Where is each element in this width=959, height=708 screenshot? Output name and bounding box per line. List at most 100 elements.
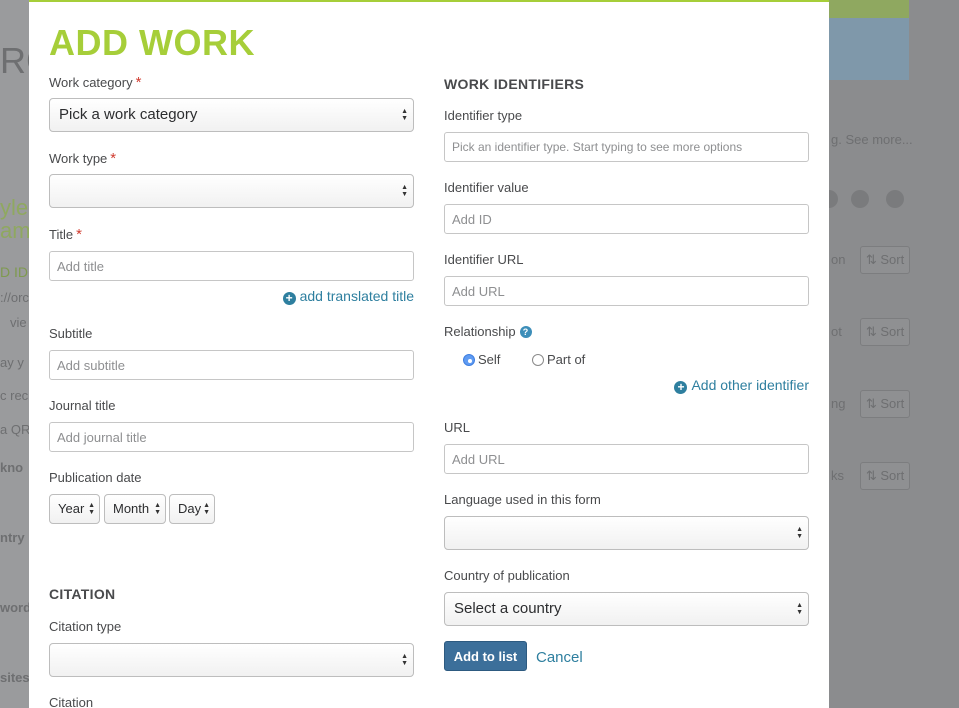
- required-marker: *: [135, 74, 142, 91]
- relationship-part-of-label: Part of: [547, 352, 586, 367]
- sort-label: Sort: [880, 396, 905, 411]
- background-sort-button: ⇅ Sort: [860, 462, 910, 490]
- citation-type-select[interactable]: ▲ ▼: [49, 643, 414, 677]
- citation-type-label: Citation type: [49, 619, 122, 634]
- citation-label: Citation: [49, 695, 94, 708]
- work-type-label: Work type *: [49, 150, 116, 167]
- background-text: sites: [0, 670, 30, 685]
- country-label: Country of publication: [444, 568, 570, 583]
- journal-title-input[interactable]: [49, 422, 414, 452]
- required-marker: *: [76, 226, 82, 243]
- month-value: Month: [113, 501, 150, 516]
- sort-label: Sort: [880, 324, 905, 339]
- work-category-value: Pick a work category: [59, 106, 198, 123]
- relationship-self-option[interactable]: Self: [463, 352, 500, 367]
- background-icon: [886, 190, 904, 208]
- identifier-url-label: Identifier URL: [444, 252, 524, 267]
- background-green-bar: [829, 0, 909, 18]
- background-text: ay y: [0, 355, 24, 370]
- add-to-list-button[interactable]: Add to list: [444, 641, 527, 671]
- add-translated-title-link[interactable]: + add translated title: [282, 288, 414, 305]
- background-text: am: [0, 218, 31, 243]
- journal-title-label: Journal title: [49, 398, 116, 413]
- publication-date-group: Year ▲ ▼ Month ▲ ▼ Day ▲ ▼: [49, 494, 414, 524]
- year-select[interactable]: Year ▲ ▼: [49, 494, 100, 524]
- citation-section-title: CITATION: [49, 586, 116, 602]
- sort-label: Sort: [880, 252, 905, 267]
- select-arrows-icon: ▲ ▼: [88, 502, 95, 516]
- radio-checked-icon[interactable]: [463, 354, 475, 366]
- radio-unchecked-icon[interactable]: [532, 354, 544, 366]
- identifier-value-label: Identifier value: [444, 180, 529, 195]
- sort-icon: ⇅: [865, 324, 877, 339]
- add-other-identifier-link[interactable]: + Add other identifier: [674, 377, 809, 394]
- subtitle-input[interactable]: [49, 350, 414, 380]
- relationship-part-of-option[interactable]: Part of: [532, 352, 585, 367]
- background-see-more: g. See more...: [831, 132, 913, 147]
- background-text: a QR: [0, 422, 31, 437]
- select-arrows-icon: ▲ ▼: [401, 653, 408, 667]
- background-text: word: [0, 600, 32, 615]
- month-select[interactable]: Month ▲ ▼: [104, 494, 166, 524]
- add-work-modal: ADD WORK Work category * Pick a work cate…: [29, 0, 829, 708]
- select-arrows-icon: ▲ ▼: [796, 602, 803, 616]
- relationship-self-label: Self: [478, 352, 501, 367]
- url-label: URL: [444, 420, 471, 435]
- select-arrows-icon: ▲ ▼: [401, 184, 408, 198]
- cancel-link[interactable]: Cancel: [536, 643, 583, 673]
- work-identifiers-section-title: WORK IDENTIFIERS: [444, 76, 585, 92]
- required-marker: *: [110, 150, 117, 167]
- select-arrows-icon: ▲ ▼: [401, 108, 408, 122]
- country-value: Select a country: [454, 600, 562, 617]
- background-text: D ID: [0, 264, 28, 280]
- country-select[interactable]: Select a country ▲ ▼: [444, 592, 809, 626]
- identifier-value-input[interactable]: [444, 204, 809, 234]
- year-value: Year: [58, 501, 85, 516]
- identifier-url-input[interactable]: [444, 276, 809, 306]
- background-row-label: ot: [831, 324, 842, 339]
- plus-circle-icon: +: [282, 292, 296, 305]
- day-value: Day: [178, 501, 202, 516]
- work-category-label: Work category *: [49, 74, 141, 91]
- sort-icon: ⇅: [865, 396, 877, 411]
- background-text: ntry: [0, 530, 25, 545]
- background-sort-button: ⇅ Sort: [860, 318, 910, 346]
- background-sort-button: ⇅ Sort: [860, 390, 910, 418]
- background-sort-button: ⇅ Sort: [860, 246, 910, 274]
- title-input[interactable]: [49, 251, 414, 281]
- language-label: Language used in this form: [444, 492, 601, 507]
- modal-title: ADD WORK: [49, 22, 255, 63]
- identifier-type-input[interactable]: [444, 132, 809, 162]
- identifier-type-label: Identifier type: [444, 108, 523, 123]
- background-text: vie: [10, 315, 27, 330]
- work-category-label-text: Work category: [49, 75, 133, 90]
- select-arrows-icon: ▲ ▼: [154, 502, 161, 516]
- help-icon[interactable]: ?: [519, 326, 532, 338]
- relationship-radio-group: Self Part of: [463, 352, 663, 370]
- title-label-text: Title: [49, 227, 74, 242]
- publication-date-label: Publication date: [49, 470, 142, 485]
- background-text: ://orc: [0, 290, 29, 305]
- title-label: Title *: [49, 226, 82, 243]
- subtitle-label: Subtitle: [49, 326, 93, 341]
- day-select[interactable]: Day ▲ ▼: [169, 494, 215, 524]
- select-arrows-icon: ▲ ▼: [796, 526, 803, 540]
- select-arrows-icon: ▲ ▼: [203, 502, 210, 516]
- add-translated-title-text: add translated title: [299, 288, 414, 304]
- url-input[interactable]: [444, 444, 809, 474]
- sort-label: Sort: [880, 468, 905, 483]
- relationship-label-text: Relationship: [444, 324, 516, 339]
- background-text: kno: [0, 460, 24, 475]
- background-row-label: ks: [831, 468, 844, 483]
- plus-circle-icon: +: [674, 381, 688, 394]
- work-type-select[interactable]: ▲ ▼: [49, 174, 414, 208]
- add-other-identifier-text: Add other identifier: [691, 377, 809, 393]
- background-blue-box: [829, 18, 909, 80]
- sort-icon: ⇅: [865, 468, 877, 483]
- work-category-select[interactable]: Pick a work category ▲ ▼: [49, 98, 414, 132]
- background-row-label: ng: [831, 396, 846, 411]
- relationship-label: Relationship?: [444, 324, 532, 339]
- language-select[interactable]: ▲ ▼: [444, 516, 809, 550]
- background-icon: [851, 190, 869, 208]
- work-type-label-text: Work type: [49, 151, 108, 166]
